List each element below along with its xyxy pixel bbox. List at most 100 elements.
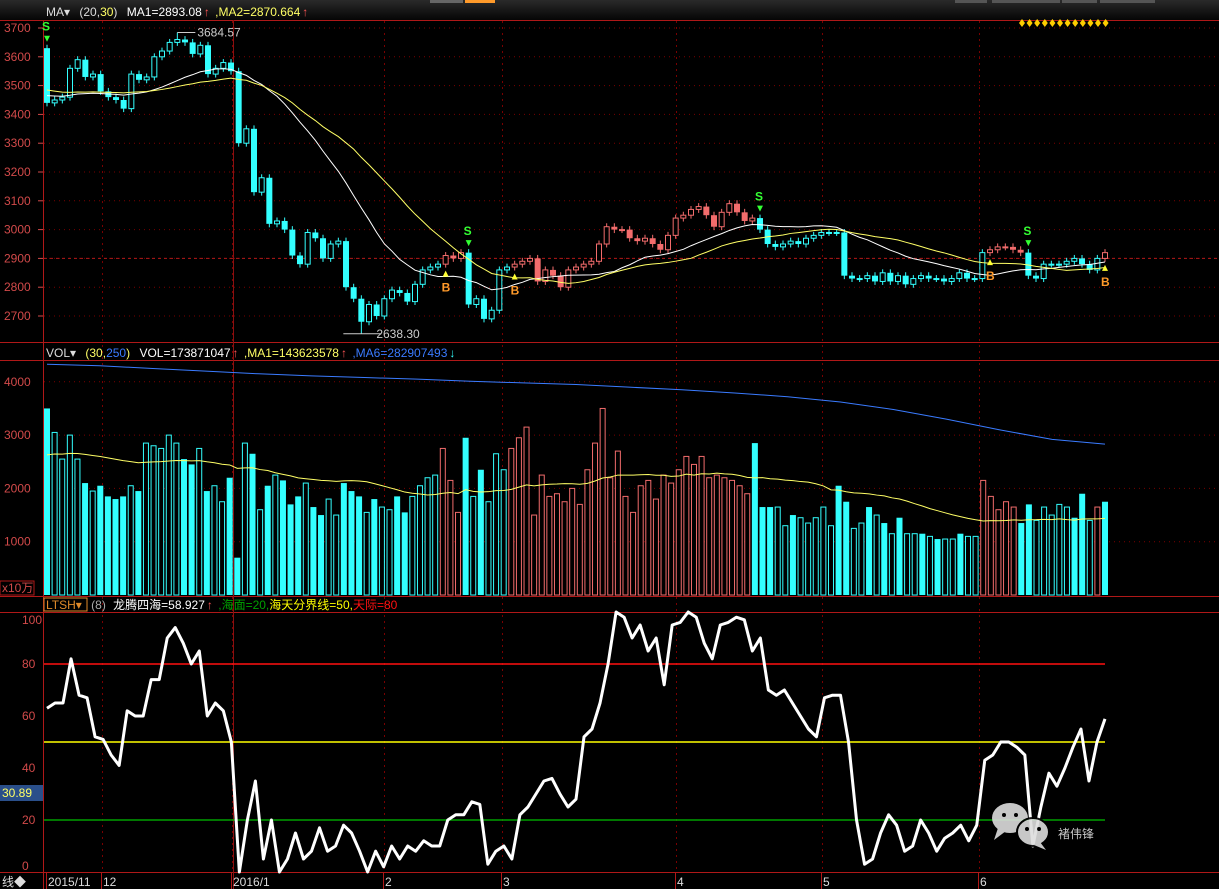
candle-body xyxy=(504,266,510,271)
candle-body xyxy=(749,217,756,222)
candle xyxy=(143,73,150,84)
candle xyxy=(350,283,357,303)
volume-bar xyxy=(295,496,302,595)
candle-body xyxy=(1048,263,1055,266)
indicator-select-ltsh[interactable]: LTSH▾ xyxy=(46,598,82,612)
volume-bar xyxy=(196,447,203,596)
candle-body xyxy=(473,298,480,305)
candle-body xyxy=(642,237,648,242)
volume-bar xyxy=(881,523,888,595)
price-y-label: 3200 xyxy=(4,165,31,179)
volume-bar xyxy=(82,483,89,595)
volume-bar xyxy=(371,499,378,595)
candle-body xyxy=(879,272,886,282)
candle xyxy=(902,272,909,288)
x-axis-label: 2 xyxy=(385,875,392,889)
candle-body xyxy=(718,211,725,228)
toolbar-tab-active[interactable] xyxy=(465,0,495,3)
volume-bar xyxy=(1003,501,1010,596)
volume-bar xyxy=(257,509,264,596)
candle xyxy=(412,280,418,306)
volume-bar xyxy=(561,501,568,596)
candle-body xyxy=(258,177,265,193)
x-axis-label: 6 xyxy=(980,875,987,889)
candle xyxy=(166,38,173,55)
candle xyxy=(128,70,135,113)
candle-body xyxy=(182,39,188,43)
candle xyxy=(619,226,625,234)
volume-bar xyxy=(470,495,477,596)
candle-body xyxy=(887,272,894,282)
candle xyxy=(994,243,1001,254)
candle xyxy=(1010,243,1016,254)
volume-bar xyxy=(789,515,796,595)
candle-body xyxy=(90,73,96,78)
toolbar-tab[interactable] xyxy=(1100,0,1155,3)
candle xyxy=(757,214,763,234)
candle xyxy=(703,203,710,219)
candle-body xyxy=(496,269,503,311)
volume-bar xyxy=(264,485,271,595)
indicator-select-vol[interactable]: VOL▾ xyxy=(46,346,76,360)
candle xyxy=(358,295,365,334)
candle xyxy=(473,295,480,308)
volume-bar xyxy=(713,474,720,596)
candle xyxy=(826,229,832,236)
volume-bar xyxy=(546,495,553,596)
candle xyxy=(649,234,656,248)
candle xyxy=(910,275,917,288)
toolbar-tab[interactable] xyxy=(992,0,1060,3)
x-axis-corner[interactable]: 线◆ xyxy=(2,875,26,889)
candle xyxy=(419,266,426,288)
candle xyxy=(665,231,671,254)
candle-body xyxy=(335,240,342,245)
candle-body xyxy=(971,278,978,281)
candle xyxy=(366,301,372,326)
volume-bar xyxy=(1079,493,1086,595)
candle xyxy=(74,56,81,72)
volume-bar xyxy=(1018,523,1025,595)
volume-bar xyxy=(500,469,507,596)
panel-borders xyxy=(0,20,1219,889)
candle-body xyxy=(481,298,487,319)
candle xyxy=(51,96,58,107)
candle xyxy=(925,272,932,283)
volume-bar xyxy=(538,474,545,596)
volume-y-label: 3000 xyxy=(4,428,31,442)
toolbar-tab[interactable] xyxy=(1062,0,1097,3)
toolbar-tab[interactable] xyxy=(955,0,987,3)
volume-bar xyxy=(59,458,66,596)
x-axis: 2015/11 12 2016/1 2 3 4 5 6 xyxy=(46,873,987,889)
candle xyxy=(841,229,848,280)
volume-bar xyxy=(736,485,743,596)
volume-bar xyxy=(630,511,637,596)
volume-bar xyxy=(1071,517,1078,595)
candle-body xyxy=(358,298,365,322)
indicator-select-ma[interactable]: MA▾ xyxy=(46,5,70,19)
candle xyxy=(987,246,993,257)
toolbar-tab[interactable] xyxy=(430,0,463,3)
candle xyxy=(895,272,901,285)
volume-bar xyxy=(241,442,248,596)
volume-unit-label: x10万 xyxy=(2,581,33,595)
volume-bar xyxy=(508,447,515,596)
candle xyxy=(197,41,204,58)
candle-body xyxy=(964,272,970,279)
stock-chart: MA▾ (20,30) MA1=2893.08 ↑ ,MA2=2870.664 ↑ … xyxy=(0,0,1219,889)
candle-body xyxy=(1040,263,1047,280)
candle-body xyxy=(849,275,855,279)
candle xyxy=(488,306,495,323)
candle xyxy=(557,272,564,291)
candle xyxy=(611,223,618,234)
candle-body xyxy=(151,56,158,78)
candle-body xyxy=(987,249,993,254)
candle-body xyxy=(304,231,311,265)
candle xyxy=(266,174,273,228)
x-axis-label: 5 xyxy=(823,875,830,889)
candle-body xyxy=(611,226,618,230)
candle-body xyxy=(366,303,372,323)
candle-body xyxy=(189,42,196,54)
volume-bar xyxy=(759,507,766,595)
candle xyxy=(749,214,756,225)
candle-body xyxy=(557,275,564,288)
